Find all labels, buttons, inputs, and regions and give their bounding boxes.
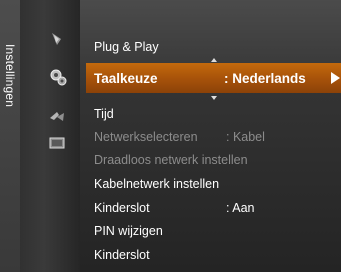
menu-item-pin-wijzigen[interactable]: PIN wijzigen [94, 224, 163, 238]
menu-item-label: Plug & Play [94, 40, 159, 54]
scroll-down-icon [211, 96, 217, 100]
arrow-right-icon [331, 72, 340, 84]
menu-item-label: Draadloos netwerk instellen [94, 153, 248, 167]
scroll-up-icon [211, 58, 217, 62]
satellite-icon[interactable] [48, 108, 66, 126]
menu-item-value: : Kabel [226, 130, 265, 144]
menu-item-label: PIN wijzigen [94, 224, 163, 238]
menu-item-label: Kabelnetwerk instellen [94, 177, 220, 191]
menu-item-label: Kinderslot [94, 248, 150, 262]
menu-item-kinderslot-2[interactable]: Kinderslot [94, 248, 150, 262]
menu-item-draadloos-netwerk: Draadloos netwerk instellen [94, 153, 248, 167]
sidebar-title-label: Instellingen [3, 44, 17, 108]
menu-panel: Plug & Play Taalkeuze : Nederlands Tijd … [80, 0, 341, 272]
menu-item-label: Netwerkselecteren [94, 130, 198, 144]
menu-item-kinderslot[interactable]: Kinderslot : Aan [94, 201, 255, 215]
input-icon[interactable] [48, 134, 66, 152]
menu-item-label: Kinderslot [94, 201, 150, 215]
sidebar-title: Instellingen [0, 0, 20, 272]
menu-item-label: Taalkeuze [94, 71, 158, 86]
picture-icon[interactable] [48, 30, 66, 48]
menu-item-tijd[interactable]: Tijd [94, 107, 114, 121]
menu-item-taalkeuze[interactable]: Taalkeuze : Nederlands [86, 63, 341, 93]
menu-item-kabelnetwerk[interactable]: Kabelnetwerk instellen [94, 177, 219, 191]
settings-icon[interactable] [49, 68, 67, 86]
menu-item-value: : Aan [226, 201, 255, 215]
menu-item-netwerkselecteren: Netwerkselecteren : Kabel [94, 130, 265, 144]
sidebar: Instellingen [0, 0, 80, 272]
menu-item-plug-and-play[interactable]: Plug & Play [94, 40, 159, 54]
menu-item-value: : Nederlands [224, 71, 306, 86]
menu-item-label: Tijd [94, 107, 114, 121]
